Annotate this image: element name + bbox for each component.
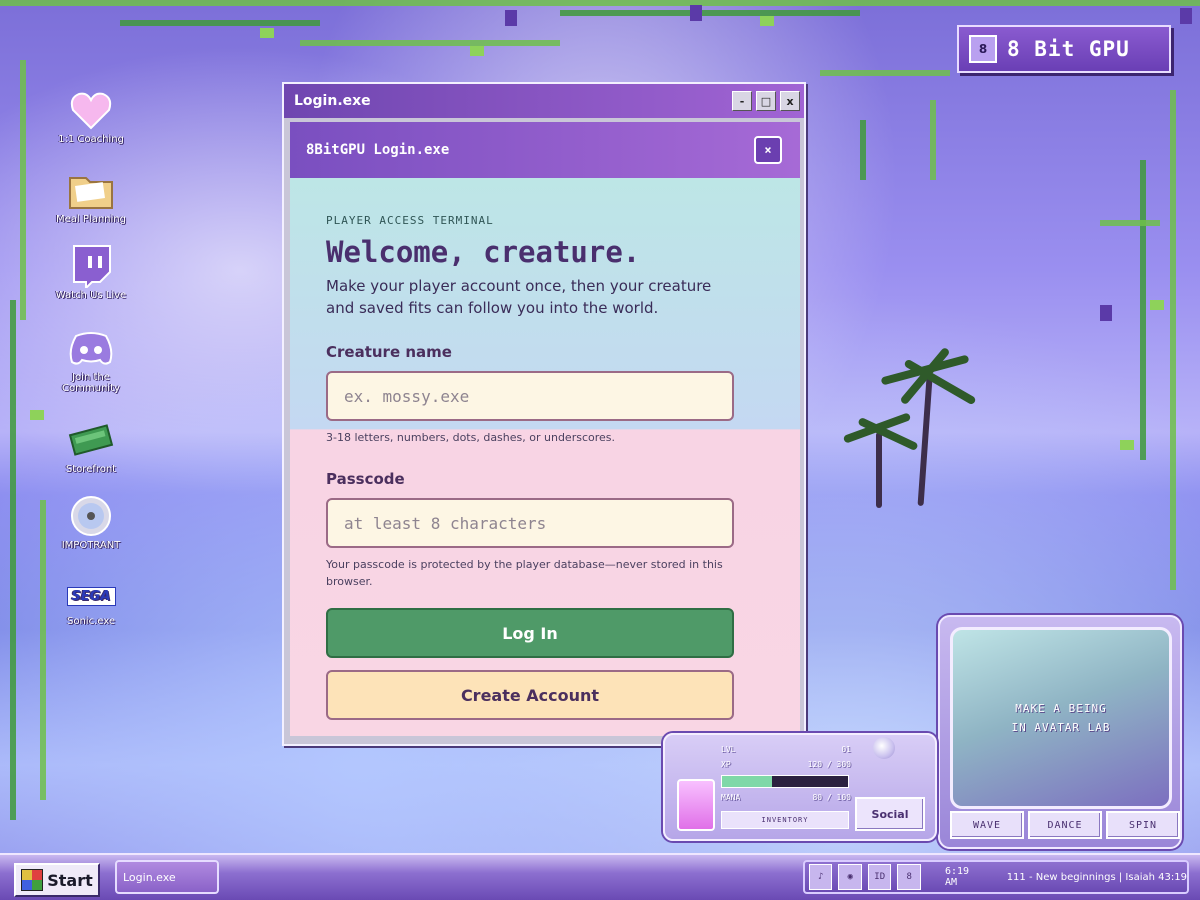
desktop-icon-label: Watch Us Live: [55, 290, 127, 301]
level-row: LVL 01: [721, 745, 851, 754]
system-tray: ♪ ◉ ID 8 6:19 AM 111 - New beginnings | …: [803, 860, 1189, 894]
inventory-button[interactable]: INVENTORY: [721, 811, 849, 829]
level-label: LVL: [721, 745, 736, 754]
close-icon[interactable]: ×: [754, 136, 782, 164]
brand-name: 8 Bit GPU: [1007, 37, 1130, 61]
desktop-icon-label: IMPOTRANT: [61, 540, 121, 551]
dance-button[interactable]: DANCE: [1028, 811, 1102, 839]
sega-icon: SEGA: [66, 578, 116, 614]
brand-badge[interactable]: 8 8 Bit GPU: [957, 25, 1171, 73]
music-icon[interactable]: ♪: [809, 864, 833, 890]
desktop-icon-label: 1:1 Coaching: [58, 134, 124, 145]
brand-logo: 8: [969, 35, 997, 63]
taskbar-item-login[interactable]: Login.exe: [115, 860, 219, 894]
creature-name-hint: 3-18 letters, numbers, dots, dashes, or …: [326, 431, 615, 444]
mana-label: MANA: [721, 793, 741, 802]
xp-row: XP 120 / 300: [721, 760, 851, 769]
desktop-icon-community[interactable]: Join the Community: [46, 326, 136, 394]
form-eyebrow: PLAYER ACCESS TERMINAL: [326, 214, 494, 227]
form-description: Make your player account once, then your…: [326, 277, 712, 317]
windows-logo-icon: [21, 869, 44, 891]
sega-logo-text: SEGA: [66, 586, 116, 606]
desktop-icon-meal-planning[interactable]: Meal Planning: [46, 168, 136, 225]
desktop-icon-coaching[interactable]: 1:1 Coaching: [46, 88, 136, 145]
cd-icon: [68, 494, 114, 538]
avatar-lab-panel: MAKE A BEING IN AVATAR LAB WAVE DANCE SP…: [938, 615, 1182, 849]
desktop-icon-label: Join the Community: [62, 372, 120, 394]
twitch-icon: [68, 244, 114, 288]
heart-icon: [68, 88, 114, 132]
creature-name-label: Creature name: [326, 343, 452, 361]
discord-icon: [68, 326, 114, 370]
minimize-button[interactable]: -: [732, 91, 752, 111]
desktop-icon-sonic[interactable]: SEGA Sonic.exe: [46, 578, 136, 627]
avatar-screen[interactable]: MAKE A BEING IN AVATAR LAB: [950, 627, 1172, 809]
potion-icon: [677, 779, 715, 831]
discord-icon[interactable]: ◉: [838, 864, 862, 890]
folder-icon: [68, 168, 114, 212]
login-window: Login.exe - □ x 8BitGPU Login.exe × PLAY…: [282, 82, 806, 746]
xp-label: XP: [721, 760, 731, 769]
passcode-hint: Your passcode is protected by the player…: [326, 558, 723, 588]
desktop-icon-watch-live[interactable]: Watch Us Live: [46, 244, 136, 301]
maximize-button[interactable]: □: [756, 91, 776, 111]
mana-value: 80 / 100: [812, 793, 851, 802]
login-panel: 8BitGPU Login.exe × PLAYER ACCESS TERMIN…: [290, 122, 800, 736]
xp-bar: [721, 775, 849, 788]
login-header: 8BitGPU Login.exe ×: [290, 122, 800, 178]
desktop-icon-label: Storefront: [65, 464, 117, 475]
login-form: PLAYER ACCESS TERMINAL Welcome, creature…: [290, 178, 800, 736]
start-button[interactable]: Start: [14, 863, 100, 897]
window-title: Login.exe: [294, 93, 371, 109]
wave-button[interactable]: WAVE: [950, 811, 1024, 839]
desktop-icon-storefront[interactable]: Storefront: [46, 418, 136, 475]
window-titlebar[interactable]: Login.exe - □ x: [284, 84, 804, 118]
passcode-label: Passcode: [326, 470, 405, 488]
mana-row: MANA 80 / 100: [721, 793, 851, 802]
xp-bar-fill: [722, 776, 773, 787]
desktop-icon-label: Sonic.exe: [67, 616, 115, 627]
passcode-input[interactable]: [326, 498, 734, 548]
level-value: 01: [841, 745, 851, 754]
start-label: Start: [47, 870, 93, 890]
login-header-title: 8BitGPU Login.exe: [306, 142, 450, 158]
verse-ticker: 111 - New beginnings | Isaiah 43:19: [1006, 871, 1187, 883]
avatar-prompt-line1: MAKE A BEING: [1015, 702, 1107, 715]
id-icon[interactable]: ID: [867, 864, 892, 890]
desktop-icon-label: Meal Planning: [56, 214, 126, 225]
window-close-button[interactable]: x: [780, 91, 800, 111]
social-button[interactable]: Social: [855, 797, 925, 831]
spin-button[interactable]: SPIN: [1106, 811, 1180, 839]
login-button[interactable]: Log In: [326, 608, 734, 658]
8-icon[interactable]: 8: [897, 864, 921, 890]
orb-icon: [873, 737, 895, 759]
form-headline: Welcome, creature.: [326, 235, 641, 269]
creature-name-input[interactable]: [326, 371, 734, 421]
xp-value: 120 / 300: [807, 760, 851, 769]
avatar-prompt-line2: IN AVATAR LAB: [1011, 721, 1111, 734]
desktop-icon-important[interactable]: IMPOTRANT: [46, 494, 136, 551]
create-account-button[interactable]: Create Account: [326, 670, 734, 720]
taskbar: Start Login.exe ♪ ◉ ID 8 6:19 AM 111 - N…: [0, 853, 1200, 900]
player-stats-panel: LVL 01 XP 120 / 300 MANA 80 / 100 INVENT…: [663, 733, 937, 841]
money-icon: [68, 418, 114, 462]
clock: 6:19 AM: [944, 866, 970, 888]
